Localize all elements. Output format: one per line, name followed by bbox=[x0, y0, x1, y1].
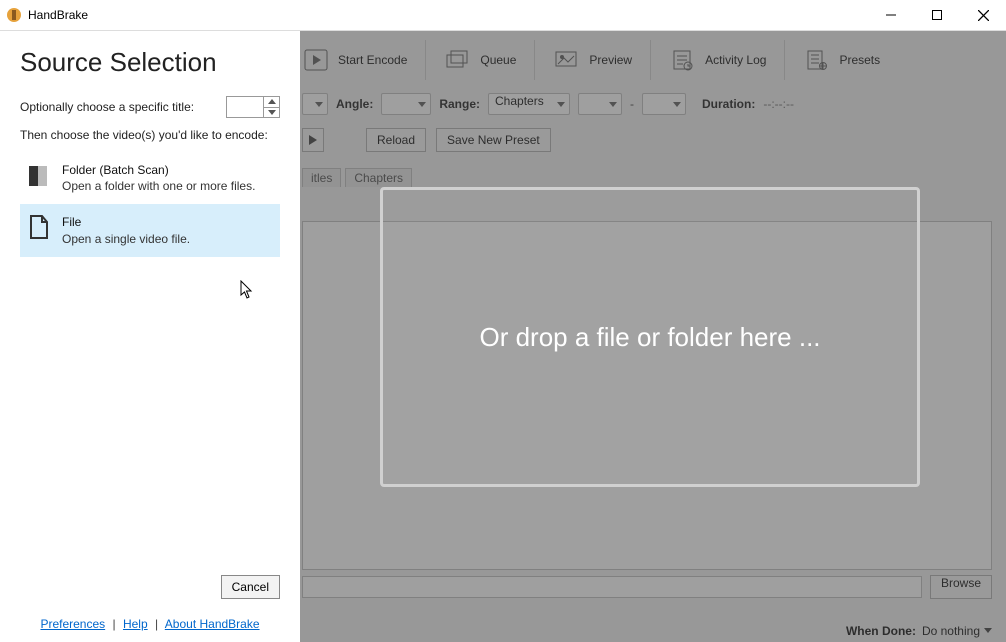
panel-heading: Source Selection bbox=[20, 47, 280, 78]
preferences-link[interactable]: Preferences bbox=[40, 617, 105, 631]
drop-target-text: Or drop a file or folder here ... bbox=[479, 322, 820, 353]
title-number-spinner[interactable] bbox=[226, 96, 280, 118]
cancel-button[interactable]: Cancel bbox=[221, 575, 280, 599]
file-option-desc: Open a single video file. bbox=[62, 231, 190, 247]
maximize-button[interactable] bbox=[914, 0, 960, 30]
titlebar: HandBrake bbox=[0, 0, 1006, 30]
cancel-label: Cancel bbox=[232, 580, 269, 594]
close-button[interactable] bbox=[960, 0, 1006, 30]
spinner-up-button[interactable] bbox=[264, 97, 279, 108]
file-icon bbox=[28, 214, 50, 240]
about-link[interactable]: About HandBrake bbox=[165, 617, 260, 631]
footer-links: Preferences | Help | About HandBrake bbox=[20, 617, 280, 631]
specific-title-hint: Optionally choose a specific title: bbox=[20, 100, 194, 114]
source-option-folder[interactable]: Folder (Batch Scan) Open a folder with o… bbox=[20, 152, 280, 204]
folder-icon bbox=[28, 162, 50, 188]
spinner-down-button[interactable] bbox=[264, 108, 279, 118]
source-selection-panel: Source Selection Optionally choose a spe… bbox=[0, 31, 300, 642]
window-title: HandBrake bbox=[28, 8, 88, 22]
encode-hint: Then choose the video(s) you'd like to e… bbox=[20, 128, 280, 142]
app-icon bbox=[6, 7, 22, 23]
minimize-button[interactable] bbox=[868, 0, 914, 30]
folder-option-desc: Open a folder with one or more files. bbox=[62, 178, 255, 194]
source-option-file[interactable]: File Open a single video file. bbox=[20, 204, 280, 256]
drop-target[interactable]: Or drop a file or folder here ... bbox=[380, 187, 920, 487]
help-link[interactable]: Help bbox=[123, 617, 148, 631]
folder-option-title: Folder (Batch Scan) bbox=[62, 162, 255, 178]
file-option-title: File bbox=[62, 214, 190, 230]
